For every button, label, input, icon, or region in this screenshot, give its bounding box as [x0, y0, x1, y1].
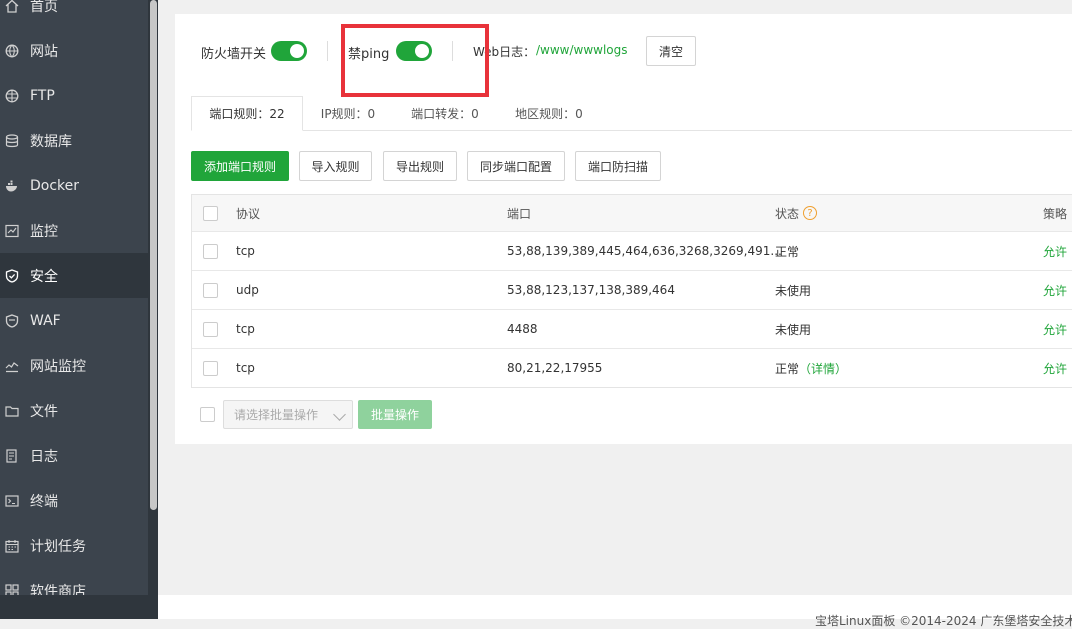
table-row: tcp 80,21,22,17955 正常 （详情） 允许	[192, 348, 1072, 387]
sidebar-item-ftp[interactable]: FTP	[0, 73, 148, 118]
table-row: tcp 4488 未使用 允许	[192, 309, 1072, 348]
sidebar-item-cron[interactable]: 计划任务	[0, 523, 148, 568]
batch-select-checkbox[interactable]	[200, 407, 215, 422]
home-icon	[5, 0, 19, 13]
add-port-rule-button[interactable]: 添加端口规则	[191, 151, 289, 181]
firewall-switch-label: 防火墙开关	[201, 47, 267, 62]
sidebar-item-label: 计划任务	[30, 538, 86, 555]
sidebar-item-website[interactable]: 网站	[0, 28, 148, 73]
clear-log-button[interactable]: 清空	[646, 36, 696, 66]
firewall-toggle[interactable]	[271, 41, 307, 61]
header-status-label: 状态	[775, 206, 800, 221]
sidebar-scrollbar-thumb[interactable]	[150, 0, 157, 510]
row-port: 4488	[507, 322, 538, 336]
log-icon	[5, 448, 19, 463]
sidebar-item-terminal[interactable]: 终端	[0, 478, 148, 523]
highlight-annotation-box	[341, 24, 489, 97]
folder-icon	[5, 404, 19, 418]
row-status: 未使用	[775, 283, 812, 298]
batch-operation-placeholder: 请选择批量操作	[234, 408, 319, 422]
sidebar-item-label: 网站	[30, 43, 58, 60]
sidebar-item-label: Docker	[30, 177, 80, 194]
row-status: 正常 （详情）	[775, 349, 847, 387]
header-port: 端口	[507, 206, 532, 221]
row-protocol: tcp	[236, 244, 255, 258]
status-detail-link[interactable]: （详情）	[799, 360, 847, 377]
sync-port-config-button[interactable]: 同步端口配置	[467, 151, 565, 181]
row-checkbox[interactable]	[203, 243, 218, 259]
sidebar-item-label: 监控	[30, 223, 58, 240]
header-policy: 策略	[1043, 206, 1068, 221]
sidebar-item-database[interactable]: 数据库	[0, 118, 148, 163]
row-checkbox[interactable]	[203, 282, 218, 298]
row-status: 正常	[775, 244, 800, 259]
batch-operation-select[interactable]: 请选择批量操作	[223, 400, 353, 429]
header-status: 状态 ?	[775, 195, 818, 231]
sidebar-item-label: 数据库	[30, 133, 72, 150]
weblog-path-link[interactable]: /www/wwwlogs	[536, 43, 628, 57]
batch-operation-button[interactable]: 批量操作	[358, 400, 432, 429]
terminal-icon	[5, 494, 19, 508]
row-checkbox[interactable]	[203, 360, 218, 376]
sidebar-item-label: 安全	[30, 268, 58, 285]
sidebar: 首页 网站 FTP 数据库 Docker 监控 安全 WAF 网站监控 文件 日…	[0, 0, 148, 619]
tabs-baseline	[191, 130, 1072, 131]
import-rules-button[interactable]: 导入规则	[299, 151, 372, 181]
globe-icon	[5, 44, 19, 58]
port-rules-table: 协议 端口 状态 ? 策略 tcp 53,88,139,389,445,464,…	[191, 194, 1072, 388]
sidebar-item-logs[interactable]: 日志	[0, 433, 148, 478]
divider	[327, 41, 328, 61]
tab-port-rules[interactable]: 端口规则：22	[191, 96, 303, 131]
sidebar-item-label: WAF	[30, 312, 61, 329]
row-port: 53,88,123,137,138,389,464	[507, 283, 675, 297]
docker-icon	[5, 179, 19, 193]
monitor-icon	[5, 224, 19, 238]
row-protocol: tcp	[236, 361, 255, 375]
tab-ip-rules[interactable]: IP规则：0	[307, 96, 389, 130]
sidebar-item-home[interactable]: 首页	[0, 0, 148, 28]
sidebar-item-site-monitor[interactable]: 网站监控	[0, 343, 148, 388]
calendar-icon	[5, 539, 19, 553]
sidebar-bottom	[0, 595, 158, 619]
shield-icon	[5, 313, 19, 328]
sidebar-item-label: 首页	[30, 0, 58, 15]
sidebar-item-label: 文件	[30, 403, 58, 420]
row-policy: 允许	[1043, 361, 1068, 376]
database-icon	[5, 133, 19, 148]
table-header: 协议 端口 状态 ? 策略	[192, 195, 1072, 231]
row-port: 80,21,22,17955	[507, 361, 603, 375]
sidebar-item-docker[interactable]: Docker	[0, 163, 148, 208]
sidebar-item-label: 网站监控	[30, 358, 86, 375]
sidebar-item-label: 日志	[30, 448, 58, 465]
sidebar-item-security[interactable]: 安全	[0, 253, 148, 298]
row-port: 53,88,139,389,445,464,636,3268,3269,491.…	[507, 244, 782, 258]
table-row: udp 53,88,123,137,138,389,464 未使用 允许	[192, 270, 1072, 309]
ftp-globe-icon	[5, 89, 19, 103]
footer-copyright: 宝塔Linux面板 ©2014-2024 广东堡塔安全技术有限公司	[815, 614, 1072, 628]
tab-region-rules[interactable]: 地区规则：0	[502, 96, 596, 130]
row-policy: 允许	[1043, 283, 1068, 298]
sidebar-item-files[interactable]: 文件	[0, 388, 148, 433]
chart-icon	[5, 359, 19, 373]
select-all-checkbox[interactable]	[203, 205, 218, 221]
sidebar-item-waf[interactable]: WAF	[0, 298, 148, 343]
row-policy: 允许	[1043, 322, 1068, 337]
export-rules-button[interactable]: 导出规则	[383, 151, 457, 181]
port-anti-scan-button[interactable]: 端口防扫描	[575, 151, 661, 181]
help-icon[interactable]: ?	[803, 206, 818, 220]
shield-check-icon	[5, 268, 19, 283]
row-protocol: udp	[236, 283, 259, 297]
sidebar-item-label: FTP	[30, 87, 55, 104]
row-policy: 允许	[1043, 244, 1068, 259]
table-row: tcp 53,88,139,389,445,464,636,3268,3269,…	[192, 231, 1072, 270]
sidebar-item-monitor[interactable]: 监控	[0, 208, 148, 253]
row-status-label: 正常	[775, 361, 800, 376]
row-protocol: tcp	[236, 322, 255, 336]
chevron-down-icon	[333, 408, 346, 421]
row-checkbox[interactable]	[203, 321, 218, 337]
row-status: 未使用	[775, 322, 812, 337]
sidebar-item-label: 终端	[30, 493, 58, 510]
tab-port-forward[interactable]: 端口转发：0	[398, 96, 492, 130]
header-protocol: 协议	[236, 206, 261, 221]
